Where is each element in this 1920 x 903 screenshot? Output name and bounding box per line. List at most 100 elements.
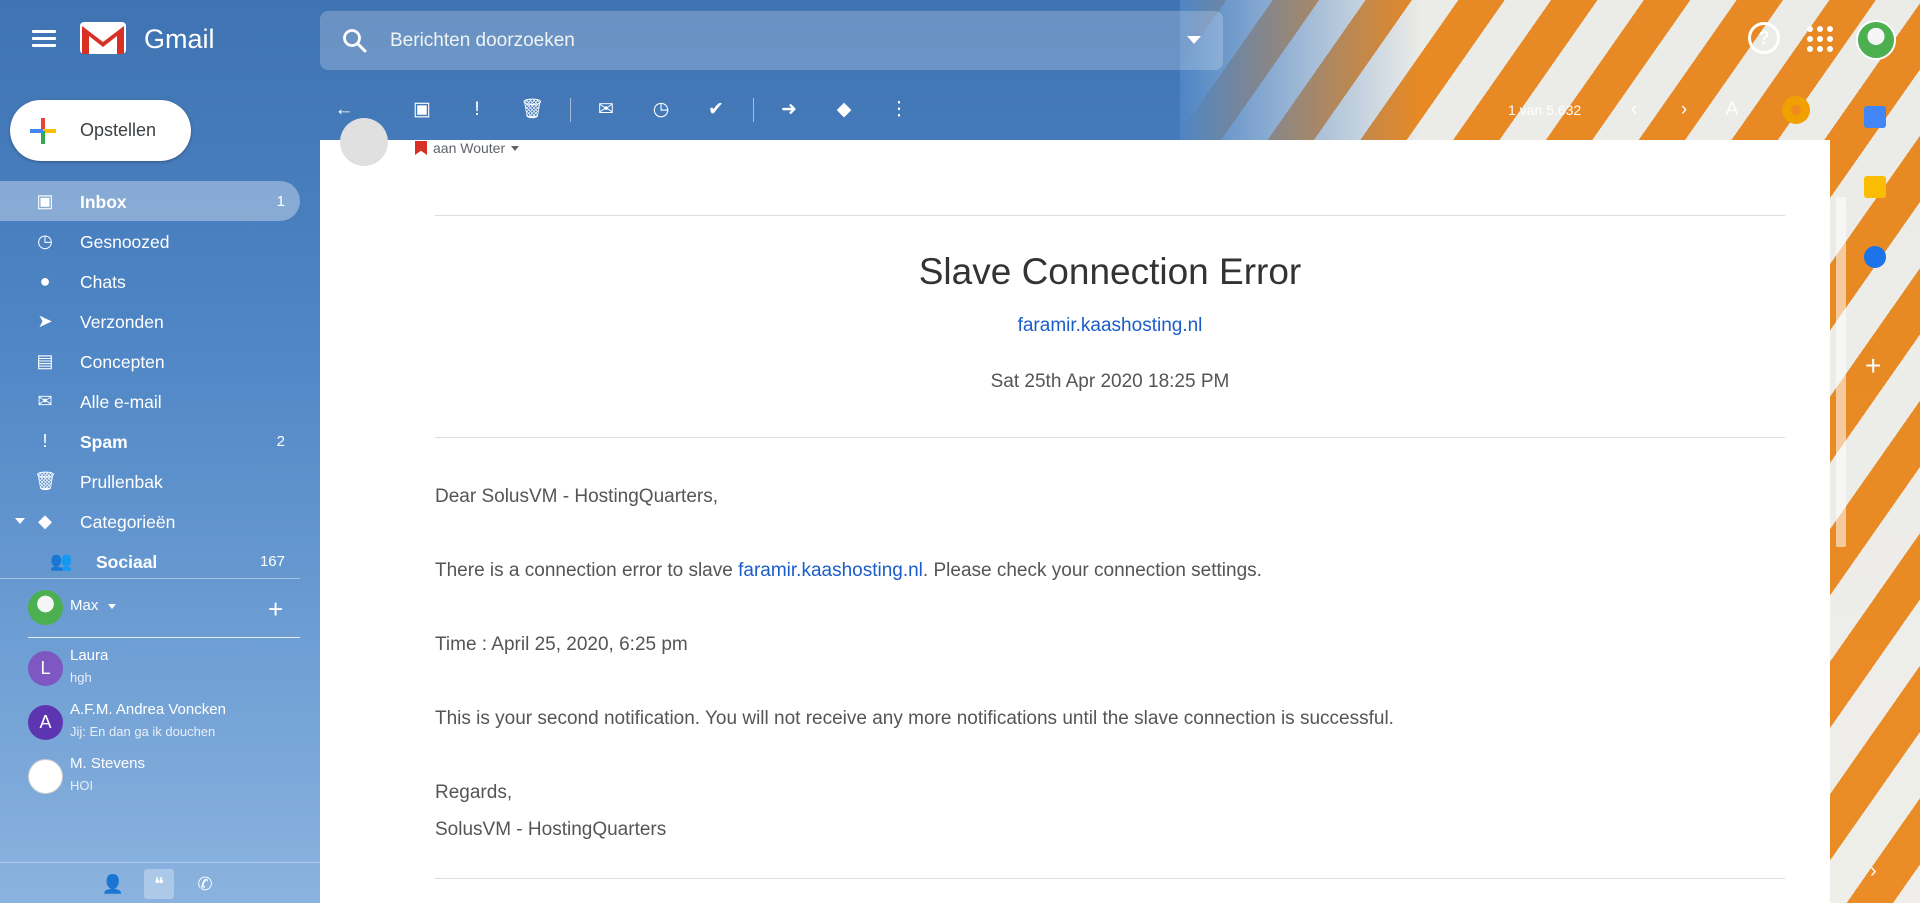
search-input[interactable] (390, 27, 1150, 55)
hangouts-divider (28, 637, 300, 638)
compose-label: Opstellen (80, 120, 157, 140)
sidebar-item-label: Categorieën (80, 512, 176, 532)
chevron-right-icon[interactable]: › (1870, 860, 1877, 883)
sidebar-item-label: Gesnoozed (80, 232, 170, 252)
divider (435, 437, 1785, 438)
hangouts-contact[interactable]: L Laura hgh (0, 642, 300, 696)
delete-icon[interactable]: 🗑 (518, 96, 546, 124)
more-options-icon[interactable]: ⋮ (885, 96, 913, 124)
unread-count: 1 (276, 193, 285, 210)
chevron-left-icon[interactable]: ‹ (1620, 96, 1648, 124)
label-icon[interactable]: ◆ (830, 96, 858, 124)
add-task-icon[interactable]: ✔ (702, 96, 730, 124)
trash-icon: 🗑 (34, 471, 57, 491)
chevron-down-icon[interactable] (108, 604, 116, 609)
help-icon[interactable]: ? (1748, 22, 1780, 54)
message-toolbar: ← ▣ ! 🗑 ✉ ◷ ✔ ➜ ◆ ⋮ 1 van 5.632 ‹ › A (320, 90, 1830, 130)
account-avatar[interactable] (1856, 20, 1896, 60)
contact-avatar: L (28, 651, 63, 686)
toolbar-divider (570, 98, 571, 122)
divider (435, 215, 1785, 216)
calendar-icon[interactable] (1864, 106, 1886, 128)
input-tools-icon[interactable]: A (1718, 96, 1746, 124)
people-icon: 👥 (50, 551, 73, 571)
draft-icon: ▤ (36, 351, 54, 371)
slave-host-link[interactable]: faramir.kaashosting.nl (738, 560, 923, 581)
sidebar-item-drafts[interactable]: ▤ Concepten (0, 341, 300, 381)
report-spam-icon[interactable]: ! (463, 96, 491, 124)
time-text: Time : April 25, 2020, 6:25 pm (435, 634, 688, 655)
hangouts-contact[interactable]: A A.F.M. Andrea Voncken Jij: En dan ga i… (0, 696, 300, 750)
host-link[interactable]: faramir.kaashosting.nl (1018, 315, 1203, 336)
gear-icon[interactable] (1782, 96, 1810, 124)
sidebar-item-label: Prullenbak (80, 472, 163, 492)
sidebar-item-sent[interactable]: ➤ Verzonden (0, 301, 300, 341)
sidebar-item-chats[interactable]: ● Chats (0, 261, 300, 301)
main-menu-button[interactable] (26, 26, 62, 54)
error-text-start: There is a connection error to slave (435, 560, 739, 581)
app-name: Gmail (144, 24, 215, 54)
chevron-right-icon[interactable]: › (1670, 96, 1698, 124)
error-paragraph: There is a connection error to slave far… (435, 552, 1785, 589)
compose-button[interactable]: Opstellen (10, 100, 191, 161)
hangouts-tabs: 👤 ❝ ✆ (0, 862, 320, 903)
sidebar-item-label: Alle e-mail (80, 392, 162, 412)
add-addon-icon[interactable]: + (1865, 350, 1881, 382)
person-icon[interactable]: 👤 (98, 869, 128, 899)
send-icon: ➤ (37, 311, 53, 331)
sidebar-item-social[interactable]: 👥 Sociaal 167 (0, 541, 300, 581)
archive-icon[interactable]: ▣ (408, 96, 436, 124)
sidebar-divider (0, 578, 300, 579)
search-icon[interactable] (342, 28, 368, 54)
hangouts-contact[interactable]: M. Stevens HOI (0, 750, 300, 804)
sidebar-item-trash[interactable]: 🗑 Prullenbak (0, 461, 300, 501)
keep-icon[interactable] (1864, 176, 1886, 198)
tasks-icon[interactable] (1864, 246, 1886, 268)
email-heading: Slave Connection Error (918, 251, 1302, 292)
clock-icon: ◷ (37, 231, 53, 251)
hangouts-user-name[interactable]: Max (70, 597, 98, 614)
search-bar[interactable] (320, 11, 1223, 70)
sidebar-item-snoozed[interactable]: ◷ Gesnoozed (0, 221, 300, 261)
gmail-logo-icon (80, 22, 126, 54)
move-to-icon[interactable]: ➜ (775, 96, 803, 124)
hangouts-chat-icon[interactable]: ❝ (144, 869, 174, 899)
sidebar-item-inbox[interactable]: ▣ Inbox 1 (0, 181, 300, 221)
chevron-down-icon[interactable] (511, 146, 520, 151)
sidebar-item-label: Sociaal (96, 552, 158, 572)
contact-avatar (28, 759, 63, 794)
sidebar-item-all-mail[interactable]: ✉ Alle e-mail (0, 381, 300, 421)
sidebar-item-label: Chats (80, 272, 126, 292)
sidebar-item-label: Concepten (80, 352, 165, 372)
email-view: aan Wouter Slave Connection Error farami… (320, 118, 1830, 903)
new-conversation-icon[interactable]: + (268, 594, 283, 625)
search-options-icon[interactable] (1187, 36, 1201, 44)
apps-grid-icon[interactable] (1803, 22, 1835, 54)
sidebar-item-categories[interactable]: ◆ Categorieën (0, 501, 300, 541)
plus-icon (30, 118, 56, 144)
contact-avatar: A (28, 705, 63, 740)
sender-avatar (340, 118, 388, 166)
mail-icon: ✉ (37, 391, 53, 411)
contact-name: M. Stevens (70, 755, 146, 772)
sidebar-item-spam[interactable]: ! Spam 2 (0, 421, 300, 461)
collapse-caret-icon[interactable] (15, 518, 25, 524)
top-bar: Gmail ? (0, 0, 1920, 80)
error-text-end: . Please check your connection settings. (922, 560, 1262, 581)
sidebar-item-label: Verzonden (80, 312, 164, 332)
label-icon: ◆ (38, 511, 52, 531)
mark-unread-icon[interactable]: ✉ (592, 96, 620, 124)
contact-last-message: Jij: En dan ga ik douchen (70, 724, 216, 739)
greeting-text: Dear SolusVM - HostingQuarters, (435, 486, 718, 507)
important-marker-icon[interactable] (415, 141, 427, 155)
divider (435, 878, 1785, 879)
contact-last-message: HOI (70, 778, 94, 793)
hangouts-avatar[interactable] (28, 590, 63, 625)
recipient-line[interactable]: aan Wouter (415, 140, 520, 156)
toolbar-divider (753, 98, 754, 122)
snooze-icon[interactable]: ◷ (647, 96, 675, 124)
sidebar-item-label: Spam (80, 432, 128, 452)
pagination-text: 1 van 5.632 (1508, 102, 1582, 118)
phone-icon[interactable]: ✆ (190, 869, 220, 899)
contact-name: A.F.M. Andrea Voncken (70, 701, 226, 718)
